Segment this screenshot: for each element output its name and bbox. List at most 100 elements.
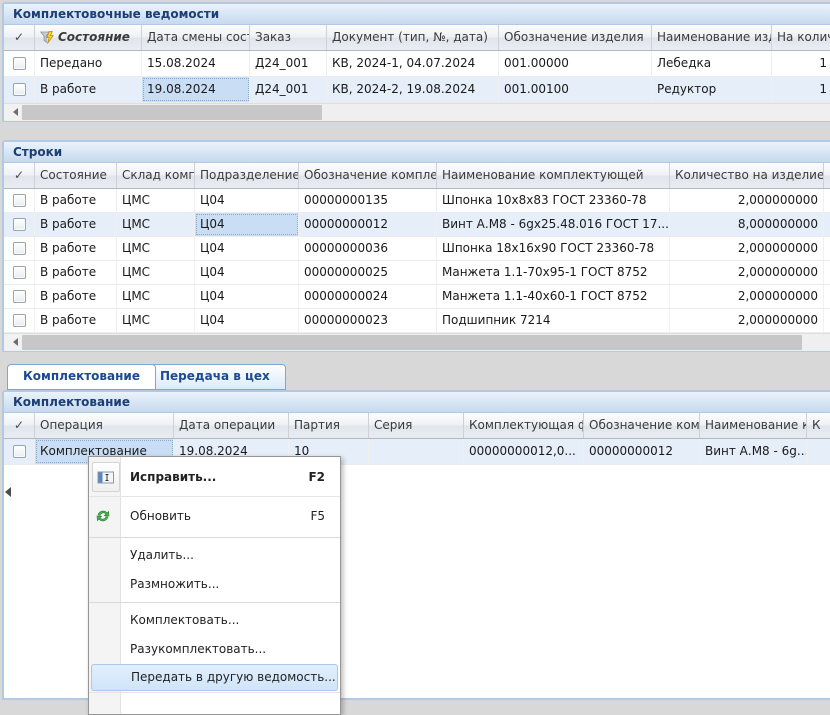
- checkbox[interactable]: [13, 218, 26, 231]
- cell-component-code[interactable]: 00000000023: [299, 309, 437, 332]
- scrollbar-thumb[interactable]: [22, 335, 802, 350]
- table-row[interactable]: В работе ЦМС Ц04 00000000135 Шпонка 10x8…: [4, 189, 830, 213]
- menu-item-duplicate[interactable]: Размножить...: [89, 570, 340, 599]
- cell-component-code[interactable]: 00000000025: [299, 261, 437, 284]
- cell-document[interactable]: КВ, 2024-1, 04.07.2024: [327, 51, 499, 76]
- cell-department[interactable]: Ц04: [195, 309, 299, 332]
- t2-header-warehouse[interactable]: Склад комп: [117, 163, 195, 188]
- cell-quantity[interactable]: 2,000000000: [670, 189, 824, 212]
- t1-header-date[interactable]: Дата смены сост: [142, 25, 250, 50]
- cell-quantity[interactable]: 2,000000000: [670, 237, 824, 260]
- t3-header-component-code[interactable]: Обозначение комп: [584, 413, 700, 438]
- checkbox[interactable]: [13, 194, 26, 207]
- t2-header-check[interactable]: ✓: [4, 163, 35, 188]
- cell-component-code[interactable]: 00000000024: [299, 285, 437, 308]
- cell-component-code[interactable]: 00000000135: [299, 189, 437, 212]
- cell-document[interactable]: КВ, 2024-2, 19.08.2024: [327, 77, 499, 102]
- scroll-left-button[interactable]: [4, 104, 21, 120]
- t2-header-state[interactable]: Состояние: [35, 163, 117, 188]
- cell-state[interactable]: В работе: [35, 261, 117, 284]
- t3-header-operation-date[interactable]: Дата операции: [174, 413, 289, 438]
- table-row[interactable]: В работе ЦМС Ц04 00000000036 Шпонка 18x1…: [4, 237, 830, 261]
- t1-header-order[interactable]: Заказ: [250, 25, 327, 50]
- cell-component-name[interactable]: Шпонка 10x8x83 ГОСТ 23360-78: [437, 189, 670, 212]
- cell-date-current[interactable]: 19.08.2024: [142, 77, 250, 102]
- checkbox[interactable]: [13, 242, 26, 255]
- menu-item-transfer-to-other-list[interactable]: Передать в другую ведомость...: [91, 664, 338, 691]
- menu-item-refresh[interactable]: Обновить F5: [89, 498, 340, 534]
- cell-department-current[interactable]: Ц04: [195, 213, 299, 236]
- cell-product-name[interactable]: Лебедка: [652, 51, 772, 76]
- table-row[interactable]: В работе ЦМС Ц04 00000000025 Манжета 1.1…: [4, 261, 830, 285]
- t1-header-check[interactable]: ✓: [4, 25, 35, 50]
- t1-header-quantity[interactable]: На колич: [772, 25, 830, 50]
- cell-component-name[interactable]: Винт А.М8 - 6gx25.48.016 ГОСТ 17...: [437, 213, 670, 236]
- row-checkbox-cell[interactable]: [4, 285, 35, 308]
- cell-state[interactable]: В работе: [35, 285, 117, 308]
- cell-quantity[interactable]: 2,000000000: [670, 261, 824, 284]
- menu-item-delete[interactable]: Удалить...: [89, 541, 340, 570]
- menu-item-edit[interactable]: Исправить... F2: [89, 459, 340, 495]
- menu-item-komplektovat[interactable]: Комплектовать...: [89, 606, 340, 635]
- cell-warehouse[interactable]: ЦМС: [117, 309, 195, 332]
- t3-header-batch[interactable]: Партия: [289, 413, 369, 438]
- cell-state[interactable]: В работе: [35, 213, 117, 236]
- table-row[interactable]: В работе ЦМС Ц04 00000000024 Манжета 1.1…: [4, 285, 830, 309]
- row-checkbox-cell[interactable]: [4, 51, 35, 76]
- cell-quantity[interactable]: 1: [772, 77, 830, 102]
- t1-horizontal-scrollbar[interactable]: [4, 103, 830, 121]
- cell-product-code[interactable]: 001.00000: [499, 51, 652, 76]
- cell-state[interactable]: В работе: [35, 237, 117, 260]
- cell-order[interactable]: Д24_001: [250, 77, 327, 102]
- cell-quantity[interactable]: 2,000000000: [670, 309, 824, 332]
- t1-header-document[interactable]: Документ (тип, №, дата): [327, 25, 499, 50]
- cell-department[interactable]: Ц04: [195, 261, 299, 284]
- cell-product-code[interactable]: 001.00100: [499, 77, 652, 102]
- table-row-selected[interactable]: В работе ЦМС Ц04 00000000012 Винт А.М8 -…: [4, 213, 830, 237]
- cell-department[interactable]: Ц04: [195, 189, 299, 212]
- cell-component-name[interactable]: Манжета 1.1-40x60-1 ГОСТ 8752: [437, 285, 670, 308]
- t2-horizontal-scrollbar[interactable]: [4, 333, 830, 351]
- cell-quantity[interactable]: 1: [772, 51, 830, 76]
- cell-order[interactable]: Д24_001: [250, 51, 327, 76]
- cell-component-actual[interactable]: 00000000012,0...: [464, 439, 584, 464]
- cell-department[interactable]: Ц04: [195, 237, 299, 260]
- cell-quantity[interactable]: 8,000000000: [670, 213, 824, 236]
- cell-warehouse[interactable]: ЦМС: [117, 237, 195, 260]
- tab-komplektovanie[interactable]: Комплектование: [7, 364, 156, 390]
- scrollbar-thumb[interactable]: [22, 105, 322, 120]
- t3-header-next-sliver[interactable]: К: [807, 413, 830, 438]
- t3-header-component-actual[interactable]: Комплектующая ф: [464, 413, 584, 438]
- menu-item-razukomplektovat[interactable]: Разукомплектовать...: [89, 635, 340, 664]
- t1-header-state[interactable]: Состояние: [35, 25, 142, 50]
- edge-scroll-arrow[interactable]: [0, 487, 11, 497]
- cell-warehouse[interactable]: ЦМС: [117, 285, 195, 308]
- t3-header-component-name[interactable]: Наименование ком: [700, 413, 807, 438]
- cell-department[interactable]: Ц04: [195, 285, 299, 308]
- table-row-selected[interactable]: В работе 19.08.2024 Д24_001 КВ, 2024-2, …: [4, 77, 830, 103]
- table-row[interactable]: Передано 15.08.2024 Д24_001 КВ, 2024-1, …: [4, 51, 830, 77]
- cell-warehouse[interactable]: ЦМС: [117, 213, 195, 236]
- row-checkbox-cell[interactable]: [4, 309, 35, 332]
- cell-product-name[interactable]: Редуктор: [652, 77, 772, 102]
- cell-component-code[interactable]: 00000000012: [299, 213, 437, 236]
- cell-warehouse[interactable]: ЦМС: [117, 261, 195, 284]
- t1-header-product-code[interactable]: Обозначение изделия: [499, 25, 652, 50]
- cell-state[interactable]: В работе: [35, 309, 117, 332]
- table-row[interactable]: В работе ЦМС Ц04 00000000023 Подшипник 7…: [4, 309, 830, 333]
- t2-header-component-name[interactable]: Наименование комплектующей: [437, 163, 670, 188]
- cell-component-name[interactable]: Манжета 1.1-70x95-1 ГОСТ 8752: [437, 261, 670, 284]
- row-checkbox-cell[interactable]: [4, 439, 35, 464]
- checkbox[interactable]: [13, 445, 26, 458]
- cell-date[interactable]: 15.08.2024: [142, 51, 250, 76]
- row-checkbox-cell[interactable]: [4, 237, 35, 260]
- t3-header-check[interactable]: ✓: [4, 413, 35, 438]
- cell-quantity[interactable]: 2,000000000: [670, 285, 824, 308]
- t2-header-component-code[interactable]: Обозначение компле: [299, 163, 437, 188]
- row-checkbox-cell[interactable]: [4, 213, 35, 236]
- cell-warehouse[interactable]: ЦМС: [117, 189, 195, 212]
- t1-header-product-name[interactable]: Наименование изд: [652, 25, 772, 50]
- t2-header-department[interactable]: Подразделение-: [195, 163, 299, 188]
- cell-state[interactable]: Передано: [35, 51, 142, 76]
- cell-series[interactable]: [369, 439, 464, 464]
